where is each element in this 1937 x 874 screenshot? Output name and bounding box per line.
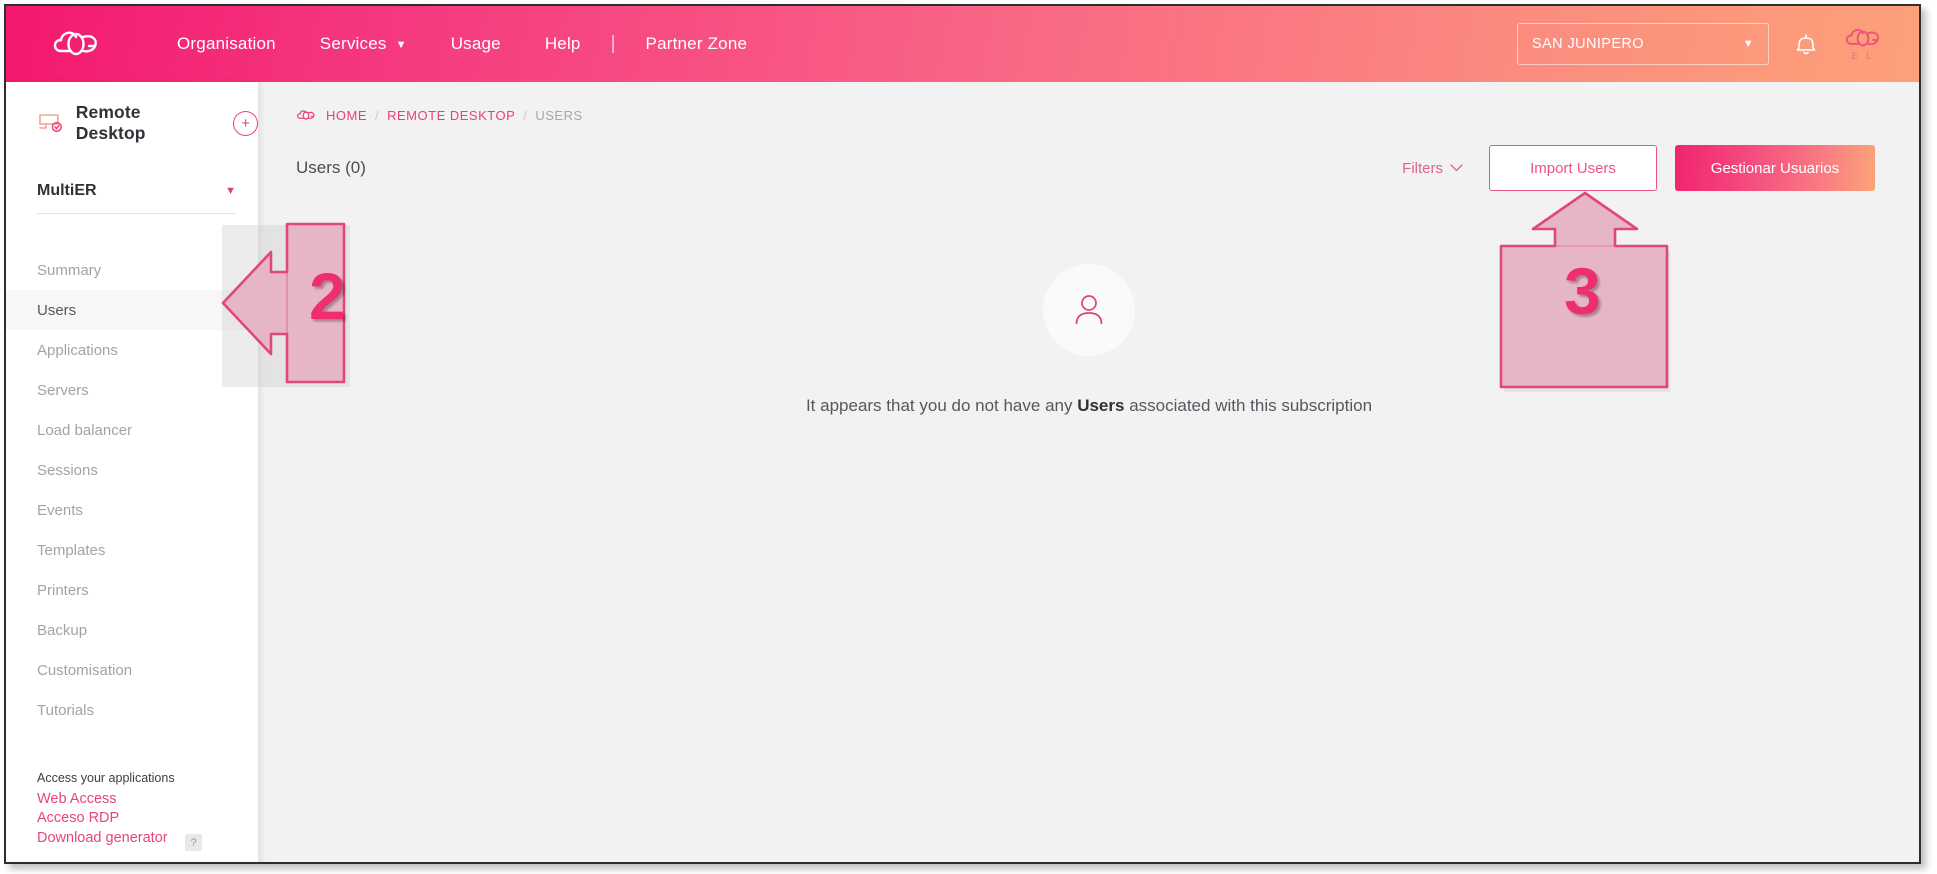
breadcrumb-item-remote-desktop[interactable]: REMOTE DESKTOP <box>387 108 515 123</box>
nav-item-organisation[interactable]: Organisation <box>155 28 298 60</box>
sidebar-item-label: Users <box>37 301 77 319</box>
sidebar-access-section: Access your applications Web Access Acce… <box>6 771 258 849</box>
chevron-down-icon: ▼ <box>1742 38 1754 50</box>
nav-item-help[interactable]: Help <box>523 28 603 60</box>
sidebar-item-label: Events <box>37 501 83 519</box>
sidebar: Remote Desktop + MultiER ▼ Summary Users… <box>6 82 259 862</box>
link-download-generator[interactable]: Download generator <box>37 829 258 849</box>
bell-icon <box>1796 34 1816 55</box>
chevron-down-icon: ▼ <box>395 39 407 51</box>
import-users-label: Import Users <box>1530 159 1616 177</box>
organisation-selector-value: SAN JUNIPERO <box>1532 36 1644 52</box>
empty-text-after: associated with this subscription <box>1124 396 1373 415</box>
empty-text-before: It appears that you do not have any <box>805 396 1078 415</box>
toolbar-actions: Filters Import Users Gestionar Usuarios <box>1402 145 1875 191</box>
sidebar-item-label: Load balancer <box>37 421 133 439</box>
cloud-logo-icon <box>1845 28 1880 47</box>
sidebar-item-label: Sessions <box>37 461 98 479</box>
main-nav: Organisation Services ▼ Usage Help | Part… <box>155 28 769 60</box>
annotation-step-3: 3 <box>1499 191 1675 401</box>
sidebar-item-sessions[interactable]: Sessions <box>6 450 258 490</box>
cloud-logo-icon <box>53 31 97 56</box>
filters-button[interactable]: Filters <box>1402 160 1463 177</box>
sidebar-item-customisation[interactable]: Customisation <box>6 650 258 690</box>
nav-label-services: Services <box>319 34 387 53</box>
nav-item-usage[interactable]: Usage <box>429 28 523 60</box>
add-service-button[interactable]: + <box>233 110 258 136</box>
help-icon[interactable]: ? <box>185 834 202 851</box>
access-heading: Access your applications <box>37 770 175 785</box>
sidebar-item-label: Servers <box>37 381 89 399</box>
annotation-step-2: 2 <box>219 222 419 395</box>
link-web-access[interactable]: Web Access <box>37 790 258 810</box>
subscription-selector[interactable]: MultiER ▼ <box>37 182 236 214</box>
breadcrumb-separator: / <box>375 108 380 123</box>
breadcrumb-item-home[interactable]: HOME <box>326 108 367 123</box>
sidebar-header: Remote Desktop + <box>6 82 258 144</box>
sidebar-item-backup[interactable]: Backup <box>6 610 258 650</box>
content-toolbar: Users (0) Filters Import Users Gestionar… <box>259 123 1919 193</box>
link-acceso-rdp[interactable]: Acceso RDP <box>37 809 258 829</box>
import-users-button[interactable]: Import Users <box>1489 145 1657 191</box>
organisation-selector[interactable]: SAN JUNIPERO ▼ <box>1517 23 1769 65</box>
nav-divider: | <box>610 33 616 54</box>
empty-state-icon-wrapper <box>1043 264 1135 356</box>
nav-label-partner-zone: Partner Zone <box>645 34 748 53</box>
user-avatar-icon <box>1075 295 1103 325</box>
remote-desktop-icon <box>39 114 62 133</box>
sidebar-item-events[interactable]: Events <box>6 490 258 530</box>
annotation-number-3: 3 <box>1564 254 1601 328</box>
browser-window: Organisation Services ▼ Usage Help | Part… <box>4 4 1921 864</box>
brand-logo[interactable] <box>6 27 131 61</box>
notifications-button[interactable] <box>1795 32 1817 56</box>
sidebar-item-label: Customisation <box>37 661 133 679</box>
breadcrumb-separator: / <box>523 108 528 123</box>
nav-label-usage: Usage <box>450 34 501 53</box>
sidebar-item-label: Applications <box>37 341 118 359</box>
sidebar-item-label: Backup <box>37 621 88 639</box>
sidebar-item-load-balancer[interactable]: Load balancer <box>6 410 258 450</box>
filters-label: Filters <box>1402 159 1443 177</box>
user-avatar[interactable]: E L <box>1843 27 1883 61</box>
manage-users-label: Gestionar Usuarios <box>1710 159 1840 177</box>
chevron-down-icon <box>1450 164 1463 172</box>
annotation-number-2: 2 <box>309 259 346 333</box>
sidebar-item-label: Templates <box>37 541 106 559</box>
chevron-down-icon: ▼ <box>225 185 236 197</box>
avatar-initials: E L <box>1851 51 1875 61</box>
nav-label-organisation: Organisation <box>177 34 276 53</box>
empty-text-bold: Users <box>1077 396 1125 415</box>
sidebar-item-templates[interactable]: Templates <box>6 530 258 570</box>
sidebar-item-label: Printers <box>37 581 89 599</box>
sidebar-item-label: Summary <box>37 261 102 279</box>
top-header-bar: Organisation Services ▼ Usage Help | Part… <box>6 6 1919 82</box>
sidebar-item-tutorials[interactable]: Tutorials <box>6 690 258 730</box>
page-title: Users (0) <box>296 158 366 177</box>
breadcrumb-item-users: USERS <box>535 108 583 123</box>
breadcrumb: HOME / REMOTE DESKTOP / USERS <box>259 82 1919 123</box>
header-right-group: SAN JUNIPERO ▼ E L <box>1517 23 1919 65</box>
nav-item-partner-zone[interactable]: Partner Zone <box>624 28 770 60</box>
nav-label-help: Help <box>544 34 581 53</box>
subscription-name: MultiER <box>37 182 97 199</box>
cloud-logo-icon <box>296 109 316 122</box>
manage-users-button[interactable]: Gestionar Usuarios <box>1675 145 1875 191</box>
sidebar-item-label: Tutorials <box>37 701 94 719</box>
sidebar-service-title: Remote Desktop <box>75 102 146 143</box>
empty-state-message: It appears that you do not have any User… <box>806 396 1372 416</box>
screenshot-root: Organisation Services ▼ Usage Help | Part… <box>0 0 1937 874</box>
sidebar-item-printers[interactable]: Printers <box>6 570 258 610</box>
nav-item-services[interactable]: Services ▼ <box>298 28 429 60</box>
